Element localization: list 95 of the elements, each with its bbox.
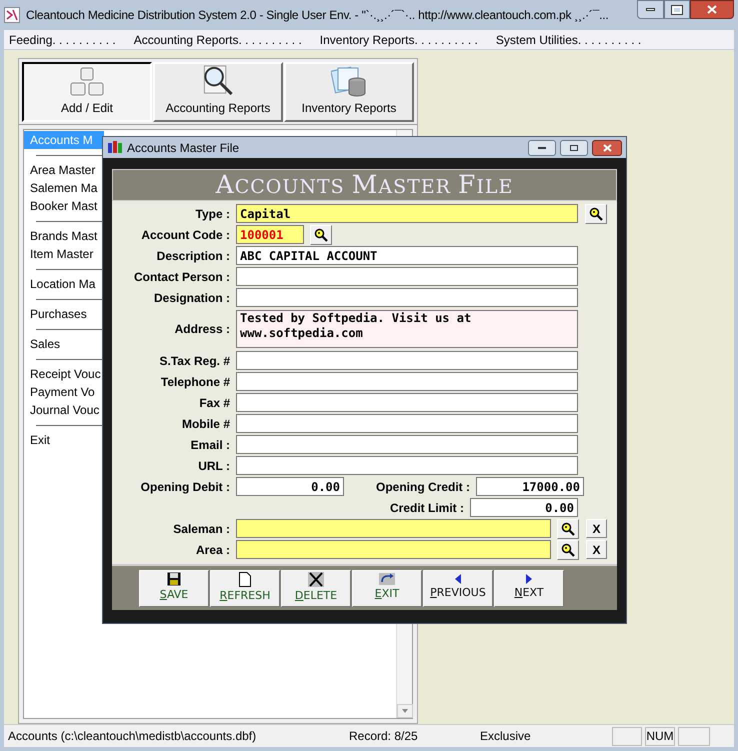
action-button[interactable]: DELETE [281, 570, 351, 606]
search-icon [561, 522, 575, 536]
input-field[interactable]: 17000.00 [476, 477, 584, 496]
toolbar-button[interactable]: Inventory Reports [284, 62, 414, 122]
input-field[interactable]: 0.00 [236, 477, 344, 496]
input-field[interactable] [236, 288, 578, 307]
sidebar-item[interactable]: Item Master [24, 245, 104, 263]
search-icon [589, 206, 603, 220]
toolbar-button[interactable]: Accounting Reports [153, 62, 283, 122]
form-heading: ACCOUNTS MASTER FILE [216, 169, 514, 202]
document-icon [239, 572, 251, 587]
field-label: Mobile # [180, 416, 230, 432]
input-field[interactable] [236, 414, 578, 433]
close-icon [707, 5, 717, 14]
minimize-button[interactable] [528, 140, 556, 156]
status-mode: Exclusive [480, 728, 532, 745]
field-label: Telephone # [160, 374, 230, 390]
field-label: URL : [197, 458, 230, 474]
status-record: Record: 8/25 [349, 728, 419, 745]
app-icon [107, 140, 123, 155]
close-button[interactable] [592, 140, 622, 156]
field-label: Saleman : [172, 520, 230, 538]
close-icon [602, 144, 612, 152]
sidebar-item[interactable]: Booker Mast [24, 197, 104, 215]
keyboard-keys-icon [69, 67, 105, 97]
field-label: Type : [194, 206, 230, 222]
lookup-button[interactable] [310, 224, 332, 244]
sidebar-item[interactable]: Payment Vo [24, 383, 104, 401]
menu-item[interactable]: Feeding. . . . . . . . . . [9, 30, 116, 48]
toolbar-button[interactable]: Add / Edit [22, 62, 152, 122]
input-field[interactable] [236, 351, 578, 370]
menu-item[interactable]: System Utilities. . . . . . . . . . [496, 30, 642, 48]
input-field[interactable]: 100001 [236, 225, 304, 244]
action-button[interactable]: EXIT [352, 570, 422, 606]
sidebar-item[interactable]: Receipt Vouc [24, 365, 104, 383]
lookup-button[interactable] [585, 204, 607, 224]
field-label: Designation : [152, 290, 230, 306]
input-field[interactable] [236, 540, 551, 559]
maximize-button[interactable] [560, 140, 588, 156]
field-label: Fax # [198, 394, 230, 412]
clear-button[interactable]: X [586, 540, 607, 559]
sidebar-item[interactable]: Journal Vouc [24, 401, 104, 419]
cross-icon [308, 572, 324, 587]
input-field[interactable] [236, 456, 578, 475]
input-field[interactable] [236, 372, 578, 391]
field-label: Opening Debit : [140, 478, 230, 496]
status-pane [678, 726, 710, 746]
close-button[interactable] [690, 0, 734, 19]
maximize-button[interactable] [664, 0, 690, 19]
search-icon [561, 542, 575, 556]
action-button[interactable]: REFRESH [210, 570, 280, 606]
input-field[interactable] [236, 393, 578, 412]
action-button[interactable]: SAVE [139, 570, 209, 606]
field-label: Area : [194, 542, 230, 558]
address-field[interactable]: Tested by Softpedia. Visit us at www.softpedia.com [236, 310, 578, 348]
input-field[interactable]: Capital [236, 204, 578, 223]
field-label: Contact Person : [132, 268, 230, 286]
action-button[interactable]: PREVIOUS [423, 570, 493, 606]
field-label: Email : [190, 436, 230, 454]
window-title: Cleantouch Medicine Distribution System 2.0 - Single User Env. - "`·.¸¸.·´¯`·.. http://www.cleantouch.com.pk ¸¸.·´¯... [26, 7, 610, 24]
minimize-button[interactable] [637, 0, 664, 19]
input-field[interactable] [236, 267, 578, 286]
action-button[interactable]: NEXT [494, 570, 564, 606]
field-label: Address : [174, 321, 230, 338]
clear-button[interactable]: X [586, 519, 607, 538]
sidebar-item[interactable]: Sales [24, 335, 104, 353]
left-triangle-icon [455, 574, 461, 584]
sidebar-item[interactable]: Location Ma [24, 275, 104, 293]
lookup-button[interactable] [557, 518, 579, 538]
field-label: Description : [156, 248, 230, 264]
sidebar-item[interactable]: Purchases [24, 305, 104, 323]
field-label: Credit Limit : [389, 500, 464, 516]
sidebar-item[interactable]: Exit [24, 431, 104, 449]
field-label: S.Tax Reg. # [158, 352, 230, 370]
input-field[interactable] [236, 519, 551, 538]
menu-item[interactable]: Accounting Reports. . . . . . . . . . [134, 30, 302, 48]
app-logo-icon [4, 7, 20, 23]
menu-item[interactable]: Inventory Reports. . . . . . . . . . [320, 30, 478, 48]
input-field[interactable] [236, 435, 578, 454]
field-label: Opening Credit : [375, 478, 470, 496]
lookup-button[interactable] [557, 540, 579, 560]
status-file: Accounts (c:\cleantouch\medistb\accounts.dbf) [7, 728, 258, 745]
magnifier-icon [201, 64, 235, 97]
sidebar-item[interactable]: Brands Mast [24, 227, 104, 245]
dialog-title: Accounts Master File [127, 140, 240, 156]
sidebar-item[interactable]: Area Master [24, 161, 104, 179]
right-triangle-icon [526, 574, 532, 584]
database-documents-icon [331, 65, 367, 97]
input-field[interactable]: ABC CAPITAL ACCOUNT [236, 246, 578, 265]
status-pane [612, 726, 642, 746]
sidebar-item[interactable]: Salemen Ma [24, 179, 104, 197]
search-icon [314, 228, 328, 242]
status-num: NUM [645, 726, 675, 746]
field-label: Account Code : [140, 226, 230, 244]
input-field[interactable]: 0.00 [470, 498, 578, 517]
